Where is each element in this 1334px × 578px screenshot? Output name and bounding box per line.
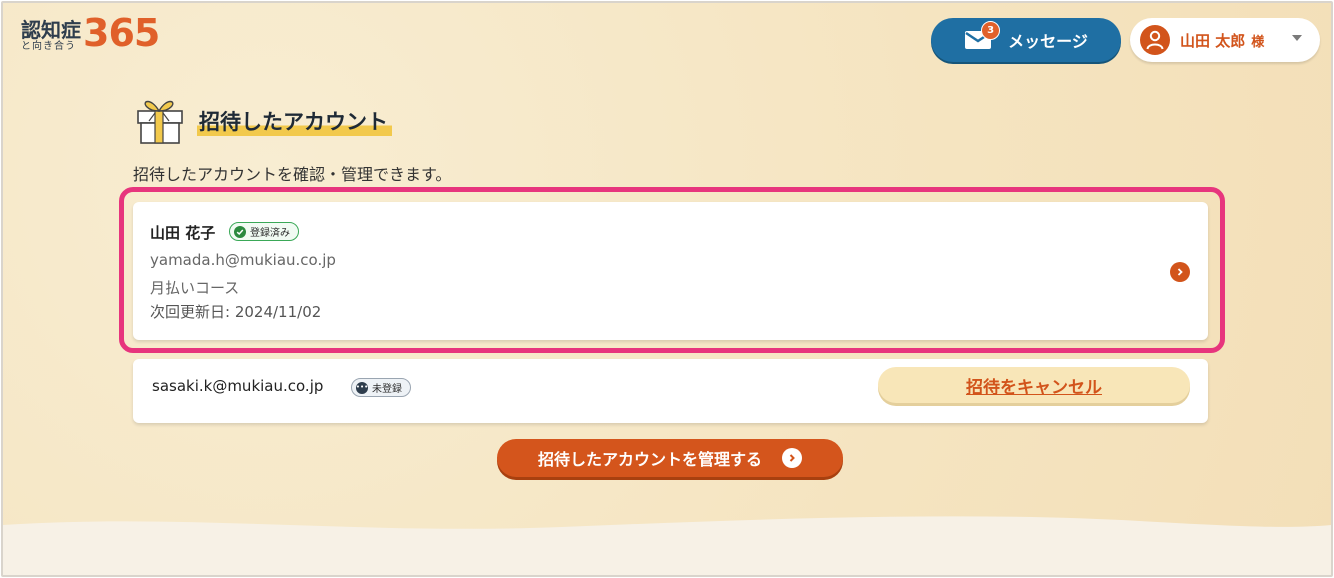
more-dots-icon: ••• xyxy=(356,381,368,394)
account-plan: 月払いコース xyxy=(150,279,240,297)
messages-button[interactable]: 3 メッセージ xyxy=(931,18,1121,62)
page-description: 招待したアカウントを確認・管理できます。 xyxy=(133,165,452,184)
message-count-badge: 3 xyxy=(981,21,1001,40)
messages-label: メッセージ xyxy=(1008,32,1088,51)
chevron-right-icon[interactable] xyxy=(1170,262,1190,282)
logo-sub-text: と向き合う xyxy=(21,41,76,52)
page-frame: 認知症 と向き合う 365 3 メッセージ 山田 太郎 様 招待したアカウント … xyxy=(1,1,1333,577)
account-card-registered[interactable]: 山田 花子 登録済み yamada.h@mukiau.co.jp 月払いコース … xyxy=(133,202,1208,340)
user-avatar-icon xyxy=(1140,25,1170,55)
status-badge-registered: 登録済み xyxy=(229,222,299,241)
manage-accounts-label: 招待したアカウントを管理する xyxy=(537,450,762,469)
chevron-down-icon xyxy=(1292,35,1302,41)
status-label: 未登録 xyxy=(372,384,402,395)
app-logo[interactable]: 認知症 と向き合う 365 xyxy=(21,11,160,55)
status-label: 登録済み xyxy=(250,228,290,239)
chevron-right-icon xyxy=(782,448,802,468)
manage-accounts-button[interactable]: 招待したアカウントを管理する xyxy=(497,439,843,477)
cancel-invite-button[interactable]: 招待をキャンセル xyxy=(878,367,1190,403)
user-menu-button[interactable]: 山田 太郎 様 xyxy=(1130,18,1320,62)
user-name: 山田 太郎 xyxy=(1180,31,1246,50)
account-renewal-date: 次回更新日: 2024/11/02 xyxy=(150,303,322,321)
account-email: sasaki.k@mukiau.co.jp xyxy=(152,377,324,395)
envelope-icon: 3 xyxy=(964,21,1001,51)
logo-main-text: 認知症 xyxy=(21,18,81,42)
logo-number: 365 xyxy=(83,11,160,55)
bottom-wave-decoration xyxy=(3,516,1331,575)
account-card-pending: sasaki.k@mukiau.co.jp ••• 未登録 招待をキャンセル xyxy=(133,359,1208,423)
gift-icon xyxy=(133,91,187,145)
page-title: 招待したアカウント xyxy=(197,106,392,136)
user-honorific: 様 xyxy=(1251,34,1265,50)
check-icon xyxy=(234,225,246,238)
account-email: yamada.h@mukiau.co.jp xyxy=(150,251,336,269)
status-badge-unregistered: ••• 未登録 xyxy=(351,378,411,397)
account-name: 山田 花子 xyxy=(150,224,216,242)
